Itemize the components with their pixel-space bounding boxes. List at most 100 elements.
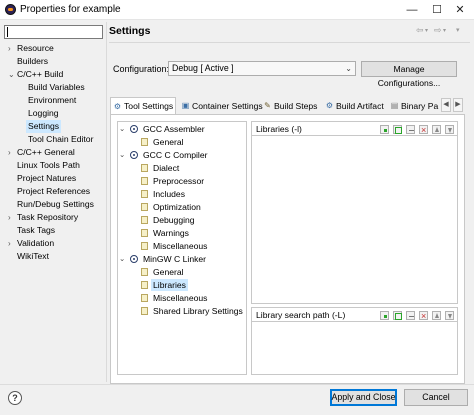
build-steps-icon: ✎	[264, 101, 271, 110]
close-button[interactable]: ✕	[446, 0, 474, 20]
library-search-path-list[interactable]: Library search path (-L)	[251, 307, 458, 375]
nav-item-label: Validation	[17, 238, 55, 248]
add-icon[interactable]	[380, 125, 389, 134]
nav-item-tool-chain-editor[interactable]: Tool Chain Editor	[28, 133, 93, 146]
edit-icon[interactable]	[406, 125, 415, 134]
tool-label: Libraries	[151, 279, 188, 291]
nav-item-run-debug-settings[interactable]: Run/Debug Settings	[17, 198, 94, 211]
configuration-select[interactable]: Debug [ Active ] ⌄	[168, 61, 356, 76]
list-toolbar	[376, 309, 454, 323]
tool-label: General	[153, 137, 184, 147]
back-arrow-icon[interactable]: ⇦	[416, 25, 424, 36]
tool-gear-icon	[130, 151, 138, 159]
nav-item-build-variables[interactable]: Build Variables	[28, 81, 85, 94]
tab-label: Tool Settings	[124, 101, 174, 111]
nav-item-project-references[interactable]: Project References	[17, 185, 90, 198]
add-icon[interactable]	[380, 311, 389, 320]
nav-item-cpp-general[interactable]: › C/C++ General	[8, 146, 75, 159]
tab-build-artifact[interactable]: ⚙ Build Artifact	[323, 99, 384, 113]
option-category-icon	[141, 242, 148, 250]
back-dropdown-icon[interactable]: ▾	[425, 27, 428, 34]
option-category-icon	[141, 177, 148, 185]
page-navigation: ⇦ ▾ ⇨ ▾ ▾	[416, 25, 470, 37]
tab-tool-settings[interactable]: ⚙ Tool Settings	[110, 97, 176, 114]
nav-item-cpp-build[interactable]: ⌄ C/C++ Build	[8, 68, 64, 81]
view-menu-icon[interactable]: ▾	[456, 26, 460, 34]
build-artifact-icon: ⚙	[325, 101, 334, 110]
nav-item-task-repository[interactable]: › Task Repository	[8, 211, 79, 224]
nav-item-label: Tool Chain Editor	[28, 134, 94, 144]
tab-label: Binary Pa	[401, 101, 439, 111]
nav-item-wikitext[interactable]: WikiText	[17, 250, 49, 263]
move-down-icon[interactable]	[445, 311, 454, 320]
delete-icon[interactable]	[419, 123, 428, 137]
add-workspace-icon[interactable]	[393, 311, 402, 320]
page-title: Settings	[109, 25, 151, 37]
apply-and-close-button[interactable]: Apply and Close	[330, 389, 397, 406]
option-category-icon	[141, 229, 148, 237]
libraries-list[interactable]: Libraries (-l)	[251, 121, 458, 304]
filter-input[interactable]	[4, 25, 103, 39]
nav-item-settings[interactable]: Settings	[26, 120, 62, 133]
forward-arrow-icon[interactable]: ⇨	[434, 25, 442, 36]
nav-item-label: C/C++ Build	[17, 69, 64, 79]
chevron-down-icon[interactable]: ⌄	[119, 149, 125, 161]
tab-build-steps[interactable]: ✎ Build Steps	[261, 99, 317, 113]
option-category-icon	[141, 138, 148, 146]
nav-item-label: Logging	[28, 108, 59, 118]
tab-binary-parsers[interactable]: ▤ Binary Pa	[388, 99, 439, 113]
nav-item-logging[interactable]: Logging	[28, 107, 59, 120]
cancel-button[interactable]: Cancel	[404, 389, 468, 406]
move-down-icon[interactable]	[445, 125, 454, 134]
nav-item-label: Resource	[17, 43, 54, 53]
chevron-down-icon[interactable]: ⌄	[8, 68, 15, 81]
tab-scroll-left-icon[interactable]: ◀	[441, 98, 451, 112]
nav-item-label: Task Repository	[17, 212, 79, 222]
move-up-icon[interactable]	[432, 125, 441, 134]
window-title: Properties for example	[20, 4, 121, 15]
tab-container-settings[interactable]: ▣ Container Settings	[179, 99, 263, 113]
tool-label: Preprocessor	[153, 176, 205, 186]
nav-item-label: C/C++ General	[17, 147, 75, 157]
libraries-list-title: Libraries (-l)	[256, 124, 302, 134]
tab-scroll-right-icon[interactable]: ▶	[453, 98, 463, 112]
tool-gear-icon	[130, 255, 138, 263]
tool-label: Optimization	[153, 202, 201, 212]
help-icon[interactable]: ?	[8, 391, 22, 405]
chevron-right-icon[interactable]: ›	[8, 237, 11, 250]
add-workspace-icon[interactable]	[393, 125, 402, 134]
title-bar: Properties for example — ☐ ✕	[0, 0, 474, 20]
chevron-right-icon[interactable]: ›	[8, 146, 11, 159]
container-icon: ▣	[181, 101, 190, 110]
tool-label: Debugging	[153, 215, 195, 225]
option-category-icon	[141, 268, 148, 276]
nav-item-linux-tools-path[interactable]: Linux Tools Path	[17, 159, 80, 172]
tab-label: Container Settings	[192, 101, 263, 111]
pane-splitter[interactable]	[104, 22, 109, 382]
chevron-right-icon[interactable]: ›	[8, 42, 11, 55]
nav-item-validation[interactable]: › Validation	[8, 237, 55, 250]
forward-dropdown-icon[interactable]: ▾	[443, 27, 446, 34]
tool-gear-icon	[130, 125, 138, 133]
chevron-right-icon[interactable]: ›	[8, 211, 11, 224]
nav-item-resource[interactable]: › Resource	[8, 42, 54, 55]
nav-item-label: WikiText	[17, 251, 49, 261]
edit-icon[interactable]	[406, 311, 415, 320]
minimize-button[interactable]: —	[398, 0, 426, 20]
nav-item-task-tags[interactable]: Task Tags	[17, 224, 55, 237]
list-toolbar	[376, 123, 454, 137]
nav-item-builders[interactable]: Builders	[17, 55, 48, 68]
text-caret	[7, 27, 8, 37]
chevron-down-icon[interactable]: ⌄	[119, 253, 125, 265]
manage-configurations-button[interactable]: Manage Configurations...	[361, 61, 457, 88]
tool-label: General	[153, 267, 184, 277]
move-up-icon[interactable]	[432, 311, 441, 320]
nav-item-project-natures[interactable]: Project Natures	[17, 172, 76, 185]
chevron-down-icon[interactable]: ⌄	[119, 123, 125, 135]
tool-label: Warnings	[153, 228, 189, 238]
option-category-icon	[141, 216, 148, 224]
option-category-icon	[141, 203, 148, 211]
nav-item-environment[interactable]: Environment	[28, 94, 76, 107]
eclipse-app-icon	[5, 4, 16, 15]
delete-icon[interactable]	[419, 309, 428, 323]
